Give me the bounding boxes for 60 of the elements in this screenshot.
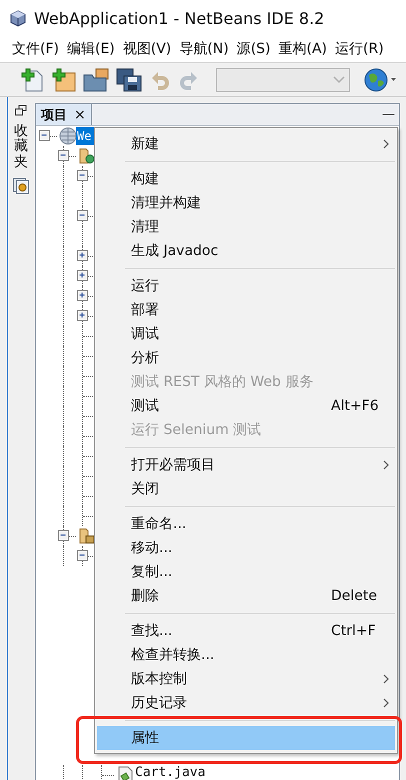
collapse-icon[interactable] [58, 150, 69, 161]
expand-icon[interactable] [77, 250, 88, 261]
collapse-icon[interactable] [77, 170, 88, 181]
menu-item[interactable]: 重命名... [97, 512, 395, 536]
menu-item[interactable]: 版本控制 [97, 667, 395, 691]
app-cube-icon [10, 10, 26, 26]
menu-item[interactable]: 删除 Delete [97, 584, 395, 608]
shortcut-label: Ctrl+F [331, 623, 376, 639]
collapse-icon[interactable] [58, 530, 69, 541]
save-all-icon[interactable] [115, 66, 143, 92]
menu-item[interactable]: 移动... [97, 536, 395, 560]
menu-item[interactable]: 清理 [97, 215, 395, 239]
new-folder-icon[interactable] [51, 66, 77, 92]
menu-item[interactable]: 构建 [97, 167, 395, 191]
menu-item[interactable]: 视图(V) [122, 40, 172, 58]
shortcut-label: Delete [331, 588, 377, 604]
menu-item[interactable]: 检查并转换... [97, 643, 395, 667]
menu-item[interactable]: 编辑(E) [66, 40, 116, 58]
expand-icon[interactable] [77, 270, 88, 281]
package-folder-icon [78, 527, 96, 545]
menu-item[interactable]: 文件(F) [11, 40, 60, 58]
menu-item[interactable]: 清理并构建 [97, 191, 395, 215]
globe-icon [59, 127, 77, 145]
web-folder-icon [78, 147, 96, 165]
open-folder-icon[interactable] [82, 66, 110, 92]
shortcut-label: Alt+F6 [331, 398, 379, 414]
menu-item[interactable]: 分析 [97, 346, 395, 370]
menu-item[interactable]: 导航(N) [178, 40, 230, 58]
menu-item[interactable]: 新建 [97, 132, 395, 156]
collapse-icon[interactable] [39, 130, 50, 141]
tab-label: 项目 [41, 106, 67, 124]
collapse-icon[interactable] [77, 550, 88, 561]
menu-item[interactable]: 运行(R) [334, 40, 385, 58]
collapse-icon[interactable] [77, 210, 88, 221]
expand-icon[interactable] [77, 310, 88, 321]
menu-item[interactable]: 打开必需项目 [97, 453, 395, 477]
minimize-button[interactable]: — [378, 107, 399, 122]
menu-item[interactable]: 部署 [97, 298, 395, 322]
menu-item[interactable]: 源(S) [236, 40, 272, 58]
close-button[interactable]: × [74, 106, 86, 122]
menu-item[interactable]: 查找... Ctrl+F [97, 619, 395, 643]
menu-item[interactable]: 重构(A) [278, 40, 328, 58]
expand-icon[interactable] [77, 290, 88, 301]
projects-tab[interactable]: 项目 × [36, 104, 92, 125]
dropdown-caret-icon [333, 76, 345, 84]
tree-node[interactable]: We [76, 127, 92, 145]
menu-item[interactable]: 测试 Alt+F6 [97, 394, 395, 418]
globe-icon[interactable] [363, 66, 397, 92]
favorites-window-icon[interactable] [13, 178, 29, 194]
restore-window-icon[interactable] [15, 105, 27, 116]
menu-item[interactable]: 关闭 [97, 477, 395, 501]
menu-item[interactable]: 运行 [97, 274, 395, 298]
menu-item[interactable]: 调试 [97, 322, 395, 346]
menu-item[interactable]: 历史记录 [97, 691, 395, 715]
tree-node[interactable]: Cart.java [133, 766, 208, 780]
menu-item[interactable]: 属性 [97, 726, 395, 750]
menu-item[interactable]: 生成 Javadoc [97, 239, 395, 263]
window-title: WebApplication1 - NetBeans IDE 8.2 [34, 8, 324, 28]
favorites-tab[interactable]: 收藏夹 [14, 124, 28, 170]
menu-item[interactable]: 复制... [97, 560, 395, 584]
